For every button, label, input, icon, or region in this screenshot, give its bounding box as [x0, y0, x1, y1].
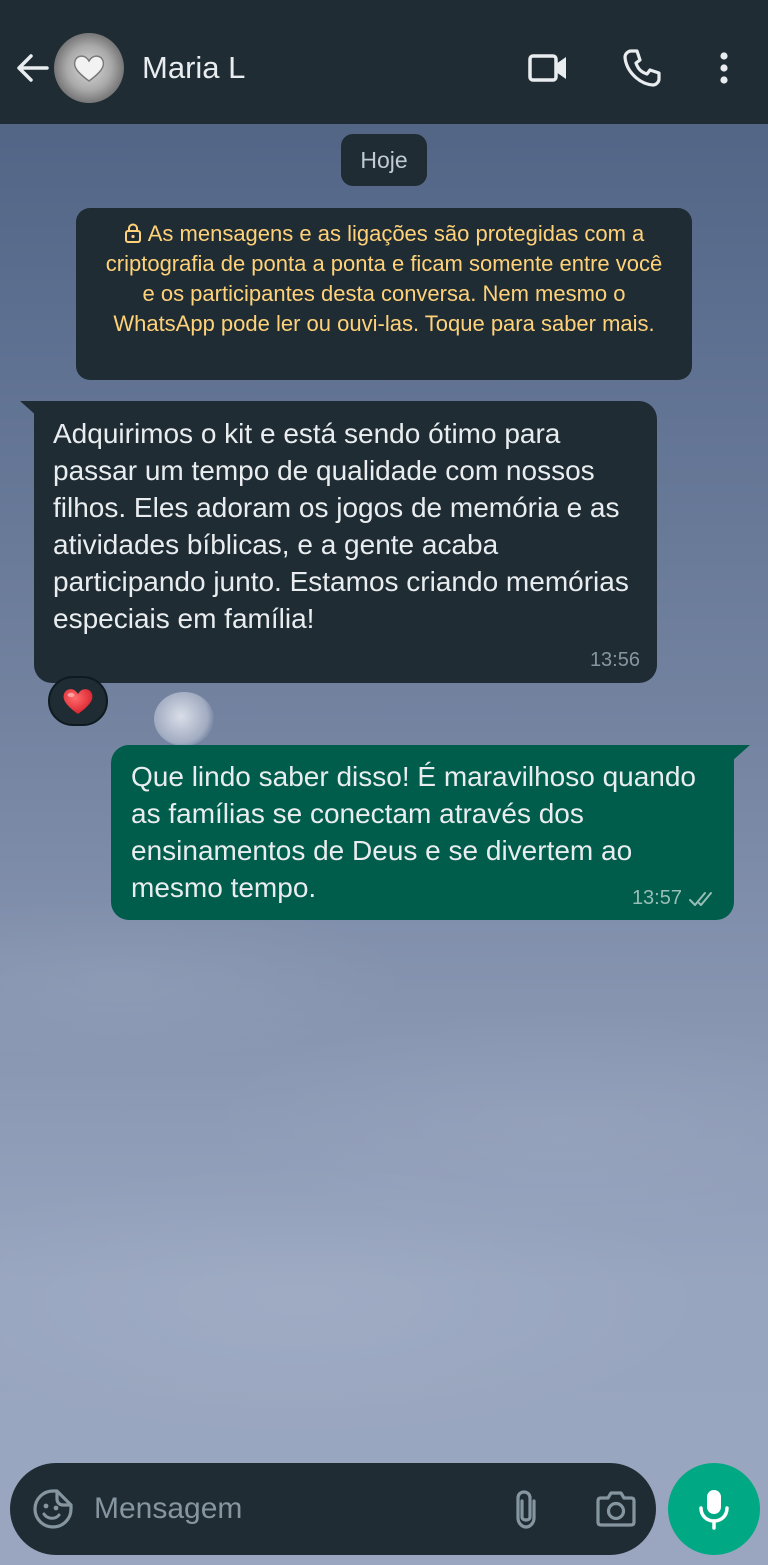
- emoji-sticker-icon[interactable]: [32, 1488, 74, 1530]
- wallpaper-moon: [154, 692, 214, 746]
- encryption-notice-text: As mensagens e as ligações são protegida…: [105, 221, 663, 336]
- date-chip: Hoje: [341, 134, 427, 186]
- message-time: 13:57: [631, 887, 682, 909]
- chat-header: Maria L: [0, 0, 768, 124]
- message-time: 13:56: [589, 649, 640, 671]
- double-check-icon: [689, 891, 712, 906]
- camera-icon[interactable]: [594, 1489, 638, 1529]
- back-arrow-icon[interactable]: [14, 50, 50, 86]
- message-composer: [10, 1463, 656, 1555]
- outgoing-bubble-tail: [732, 745, 750, 761]
- heart-reaction-icon: [63, 689, 93, 714]
- date-label: Hoje: [360, 146, 408, 173]
- microphone-icon: [699, 1490, 729, 1530]
- video-call-icon[interactable]: [524, 44, 572, 92]
- avatar-heart-icon: [73, 55, 105, 82]
- message-text: Adquirimos o kit e está sendo ótimo para…: [53, 418, 629, 634]
- message-text: Que lindo saber disso! É maravilhoso qua…: [131, 761, 697, 903]
- outgoing-message[interactable]: Que lindo saber disso! É maravilhoso qua…: [111, 745, 734, 920]
- more-options-icon[interactable]: [700, 44, 748, 92]
- microphone-button[interactable]: [668, 1463, 760, 1555]
- contact-name[interactable]: Maria L: [142, 50, 245, 86]
- message-input[interactable]: [94, 1481, 494, 1537]
- contact-avatar[interactable]: [54, 33, 124, 103]
- message-reaction[interactable]: [48, 676, 108, 726]
- incoming-message[interactable]: Adquirimos o kit e está sendo ótimo para…: [34, 401, 657, 683]
- message-meta: 13:57: [632, 887, 718, 910]
- lock-icon: [124, 223, 141, 243]
- encryption-notice[interactable]: As mensagens e as ligações são protegida…: [76, 208, 692, 380]
- phone-icon[interactable]: [618, 44, 666, 92]
- paperclip-icon[interactable]: [506, 1487, 546, 1531]
